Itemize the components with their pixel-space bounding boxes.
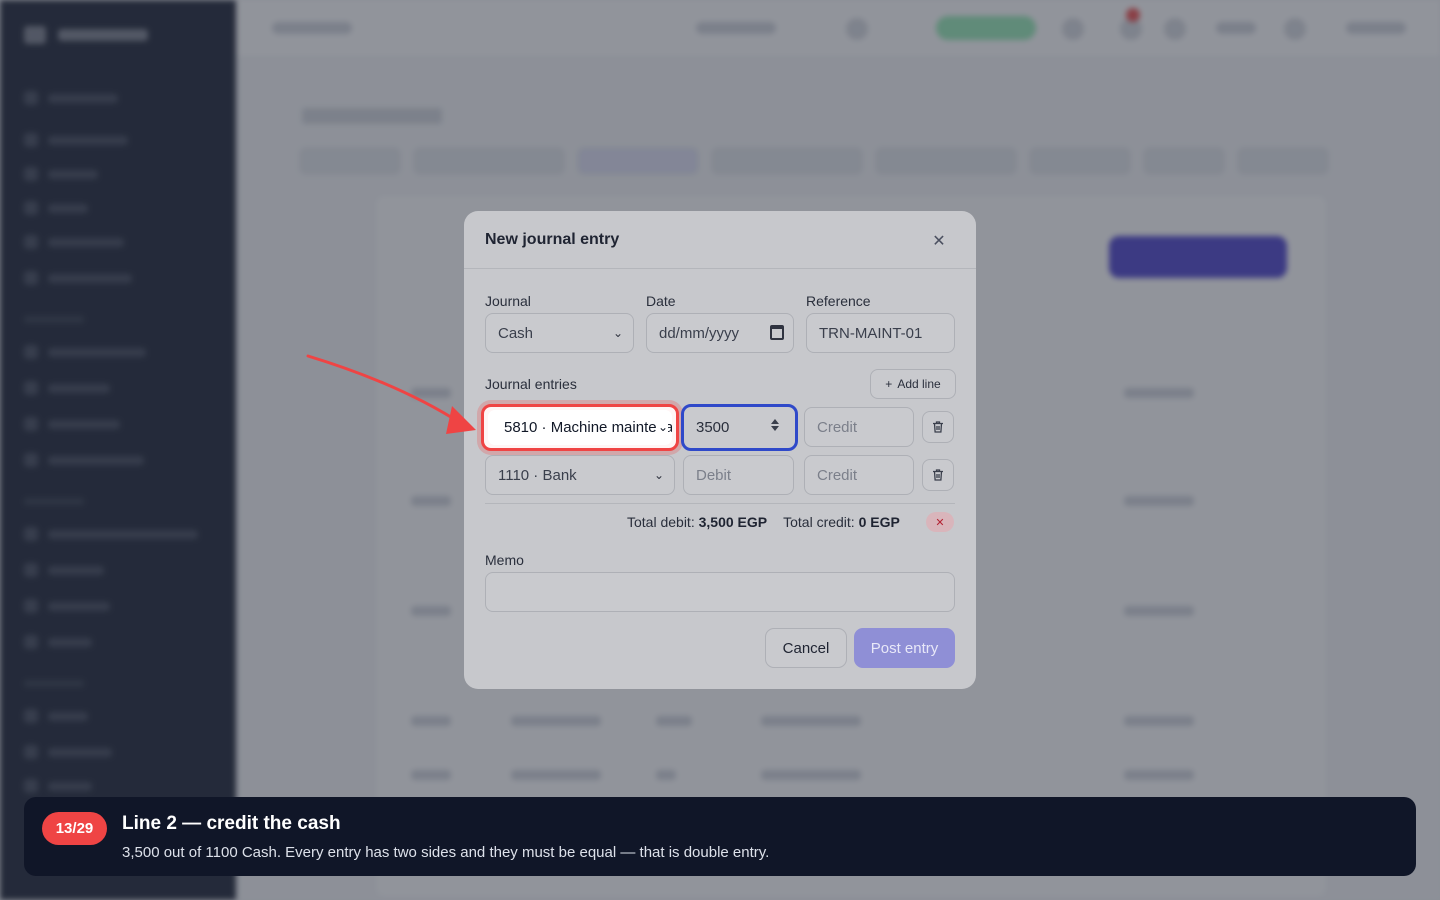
chevron-down-icon: ⌄ bbox=[653, 468, 664, 482]
line-2-debit-placeholder: Debit bbox=[696, 466, 732, 484]
chevron-down-icon: ⌄ bbox=[655, 420, 668, 434]
date-placeholder: dd/mm/yyyy bbox=[659, 324, 740, 342]
trash-icon bbox=[933, 469, 943, 481]
trash-icon bbox=[933, 421, 943, 433]
total-credit-label: Total credit: bbox=[783, 514, 855, 530]
totals: Total debit: 3,500 EGP Total credit: 0 E… bbox=[627, 514, 900, 530]
step-counter-badge: 13/29 bbox=[42, 812, 107, 845]
unbalanced-x-icon: ✕ bbox=[926, 512, 954, 532]
tutorial-text: 3,500 out of 1100 Cash. Every entry has … bbox=[122, 844, 770, 861]
total-debit-value: 3,500 EGP bbox=[698, 514, 768, 530]
line-2-debit-input[interactable]: Debit bbox=[683, 455, 794, 495]
line-1-account-value: 5810 · Machine maintenance bbox=[488, 410, 672, 445]
reference-label: Reference bbox=[806, 293, 871, 309]
reference-input[interactable]: TRN-MAINT-01 bbox=[806, 313, 955, 353]
chevron-down-icon: ⌄ bbox=[612, 326, 623, 340]
add-line-label: Add line bbox=[897, 377, 941, 391]
line-1-debit-input[interactable]: 3500 bbox=[681, 404, 798, 451]
add-line-button[interactable]: + Add line bbox=[870, 369, 956, 399]
line-1-credit-input[interactable]: Credit bbox=[804, 407, 914, 447]
date-input[interactable]: dd/mm/yyyy bbox=[646, 313, 794, 353]
line-1-account-select[interactable]: 5810 · Machine maintenance ⌄ bbox=[481, 404, 679, 451]
reference-value: TRN-MAINT-01 bbox=[819, 324, 923, 342]
plus-icon: + bbox=[885, 377, 893, 391]
total-credit-value: 0 EGP bbox=[858, 514, 900, 530]
close-icon[interactable]: ✕ bbox=[927, 229, 951, 253]
journal-entries-label: Journal entries bbox=[485, 376, 577, 392]
post-entry-button[interactable]: Post entry bbox=[854, 628, 955, 668]
tutorial-bar: 13/29 Line 2 — credit the cash 3,500 out… bbox=[24, 797, 1416, 876]
line-1-delete-button[interactable] bbox=[922, 411, 954, 443]
date-label: Date bbox=[646, 293, 676, 309]
journal-select[interactable]: Cash ⌄ bbox=[485, 313, 634, 353]
journal-select-value: Cash bbox=[498, 324, 534, 342]
line-1-credit-placeholder: Credit bbox=[817, 418, 858, 436]
modal-title: New journal entry bbox=[485, 231, 620, 248]
line-2-account-select[interactable]: 1110 · Bank ⌄ bbox=[485, 455, 675, 495]
memo-input[interactable] bbox=[485, 572, 955, 612]
line-1-debit-value: 3500 bbox=[696, 419, 730, 436]
cancel-button[interactable]: Cancel bbox=[765, 628, 847, 668]
line-2-delete-button[interactable] bbox=[922, 459, 954, 491]
lines-divider bbox=[485, 503, 955, 504]
calendar-icon[interactable] bbox=[770, 325, 784, 340]
tutorial-title: Line 2 — credit the cash bbox=[122, 813, 341, 834]
number-stepper-icon[interactable] bbox=[771, 419, 779, 431]
total-debit-label: Total debit: bbox=[627, 514, 695, 530]
memo-label: Memo bbox=[485, 552, 524, 568]
line-2-credit-input[interactable]: Credit bbox=[804, 455, 914, 495]
modal-header: New journal entry ✕ bbox=[464, 211, 976, 269]
line-2-credit-placeholder: Credit bbox=[817, 466, 858, 484]
journal-label: Journal bbox=[485, 293, 531, 309]
line-2-account-value: 1110 · Bank bbox=[498, 466, 577, 484]
